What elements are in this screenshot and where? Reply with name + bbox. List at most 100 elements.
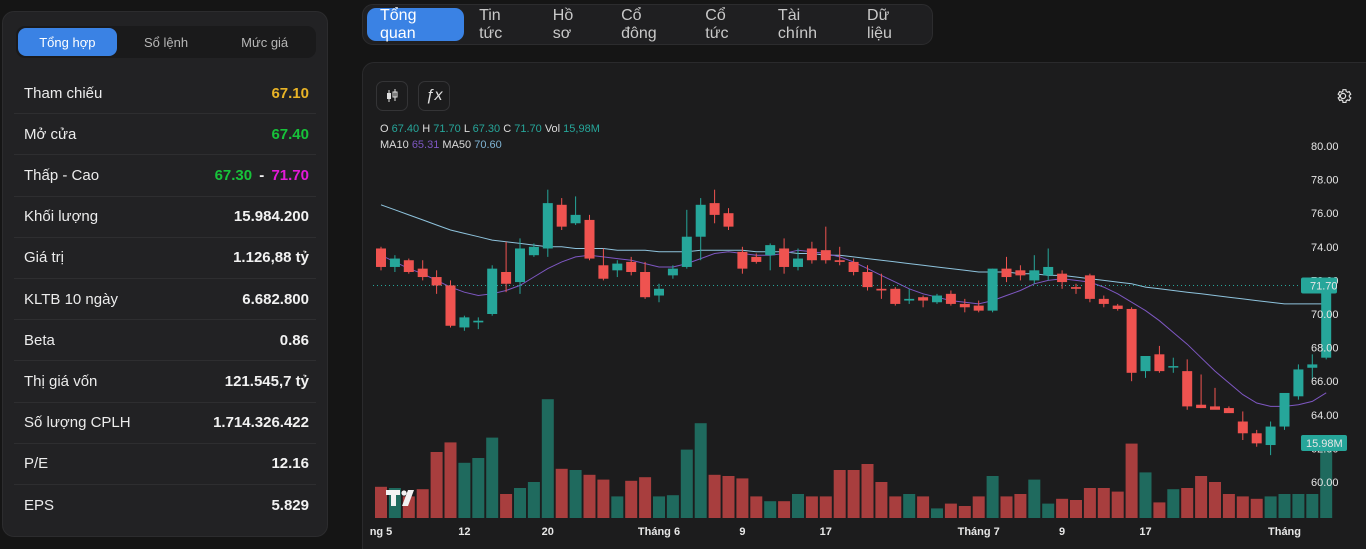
volume-bar <box>639 477 652 518</box>
volume-bar <box>611 496 624 518</box>
x-tick-label: 12 <box>458 526 470 538</box>
candle-body <box>542 203 553 249</box>
stat-row-pe: P/E 12.16 <box>14 444 316 485</box>
candle-body <box>1223 408 1234 414</box>
volume-bar <box>486 437 499 518</box>
tab-tai-chinh[interactable]: Tài chính <box>765 7 852 42</box>
legend-high: 71.70 <box>433 123 461 135</box>
tab-tong-quan[interactable]: Tổng quan <box>367 7 465 42</box>
indicators-button[interactable]: ƒx <box>418 81 450 111</box>
volume-bar <box>944 503 957 518</box>
candle-body <box>709 203 720 215</box>
volume-bar <box>972 496 985 518</box>
candle-body <box>820 250 831 261</box>
tab-du-lieu[interactable]: Dữ liệu <box>854 7 928 42</box>
stat-label: Beta <box>24 331 55 349</box>
stat-label: Số lượng CPLH <box>24 414 131 432</box>
gear-icon <box>1337 89 1352 104</box>
stat-value-pe: 12.16 <box>271 455 309 473</box>
stat-value-low: 67.30 <box>214 166 253 184</box>
stat-value-sep: - <box>259 166 265 184</box>
volume-bar <box>958 506 971 518</box>
volume-bar <box>819 496 832 518</box>
candle-body <box>1126 308 1137 373</box>
volume-bar <box>750 496 763 518</box>
chart-type-button[interactable] <box>376 81 408 111</box>
legend-ma50: 70.60 <box>474 139 502 151</box>
volume-bar <box>458 462 471 518</box>
tab-tong-hop[interactable]: Tổng hợp <box>18 28 117 56</box>
volume-bar <box>903 494 916 518</box>
candle-body <box>737 251 748 269</box>
candle-body <box>1043 266 1054 276</box>
stat-row-value: Giá trị 1.126,88 tỷ <box>14 238 316 279</box>
volume-bar <box>917 496 930 518</box>
volume-bar <box>583 474 596 518</box>
candle-body <box>515 248 525 283</box>
legend-l-label: L <box>463 123 470 135</box>
candle-body <box>876 288 887 291</box>
legend-ma10: 65.31 <box>411 139 440 151</box>
candle-body <box>779 248 790 267</box>
candle-body <box>973 305 984 311</box>
company-tabs: Tổng quan Tin tức Hồ sơ Cổ đông Cổ tức T… <box>362 4 933 45</box>
x-tick-label: 9 <box>739 526 745 538</box>
summary-segmented-control: Tổng hợp Sổ lệnh Mức giá <box>16 26 316 58</box>
volume-bar <box>500 494 513 518</box>
legend-open: 67.40 <box>391 123 420 135</box>
ma-legend: MA10 65.31 MA50 70.60 <box>380 139 502 151</box>
volume-bar <box>931 508 943 518</box>
x-tick-label: Tháng 7 <box>958 526 1000 538</box>
volume-bar <box>1014 494 1027 518</box>
volume-bar <box>1000 496 1013 518</box>
function-icon: ƒx <box>425 87 443 104</box>
tab-muc-gia[interactable]: Mức giá <box>215 28 314 56</box>
stat-label: Tham chiếu <box>24 84 103 102</box>
legend-ma50-label: MA50 <box>442 139 472 151</box>
candle-body <box>862 272 873 288</box>
stat-label: KLTB 10 ngày <box>24 290 118 308</box>
volume-bar <box>805 496 818 518</box>
candle-body <box>1251 433 1262 444</box>
volume-bar <box>694 423 707 518</box>
volume-bar <box>1097 488 1110 518</box>
y-tick-label: 60.00 <box>1311 477 1339 489</box>
y-tick-label: 64.00 <box>1311 410 1339 422</box>
stat-row-low-high: Thấp - Cao 67.30 - 71.70 <box>14 155 316 197</box>
candle-body <box>1029 270 1040 281</box>
candle-body <box>890 288 901 304</box>
legend-h-label: H <box>422 123 431 135</box>
x-tick-label: Tháng <box>1268 526 1301 538</box>
volume-bar <box>792 494 804 518</box>
volume-bar <box>1070 500 1082 518</box>
volume-bar <box>666 495 679 518</box>
y-tick-label: 68.00 <box>1311 343 1339 355</box>
stat-value-avg-volume: 6.682.800 <box>242 290 309 308</box>
volume-bar <box>889 496 902 518</box>
candle-body <box>1098 298 1109 304</box>
volume-bar <box>653 496 665 518</box>
tab-co-dong[interactable]: Cổ đông <box>608 7 690 42</box>
stat-value-volume: 15.984.200 <box>233 208 309 226</box>
candle-body <box>793 258 803 267</box>
tab-so-lenh[interactable]: Sổ lệnh <box>117 28 216 56</box>
candle-body <box>1237 421 1248 434</box>
candle-body <box>1196 404 1207 409</box>
tab-ho-so[interactable]: Hồ sơ <box>540 7 606 42</box>
candlestick-chart[interactable]: 80.0078.0076.0074.0072.0070.0068.0066.00… <box>363 63 1366 549</box>
candle-body <box>765 245 776 256</box>
volume-bar <box>1153 502 1166 518</box>
candle-body <box>1168 366 1179 368</box>
stat-label: Thị giá vốn <box>24 372 98 390</box>
volume-bar <box>625 480 638 518</box>
tab-tin-tuc[interactable]: Tin tức <box>466 7 538 42</box>
tradingview-logo <box>386 490 414 506</box>
candle-body <box>389 258 400 267</box>
ohlc-legend: O 67.40 H 71.70 L 67.30 C 71.70 Vol 15,9… <box>380 123 600 135</box>
chart-settings-button[interactable] <box>1328 81 1358 111</box>
candle-body <box>473 320 484 323</box>
candle-body <box>904 298 915 301</box>
candle-body <box>584 219 595 259</box>
tab-co-tuc[interactable]: Cổ tức <box>692 7 763 42</box>
candle-body <box>1015 270 1026 276</box>
